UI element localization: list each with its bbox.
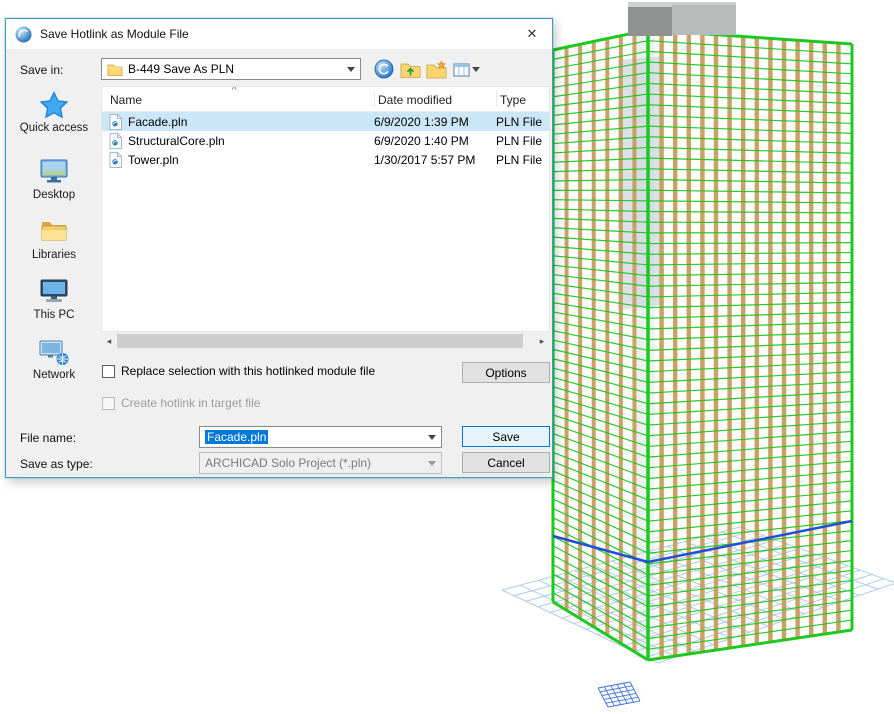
file-row-tower[interactable]: Tower.pln 1/30/2017 5:57 PM PLN File (102, 150, 549, 169)
archicad-dialog-icon (15, 26, 32, 43)
dialog-title: Save Hotlink as Module File (40, 27, 189, 41)
column-separator (496, 91, 497, 107)
cancel-button[interactable]: Cancel (462, 452, 550, 473)
file-row-facade[interactable]: Facade.pln 6/9/2020 1:39 PM PLN File (102, 112, 549, 131)
file-name-cell: Facade.pln (102, 114, 374, 130)
scroll-right-icon[interactable]: ▸ (534, 336, 550, 347)
pln-file-icon (109, 133, 122, 149)
libraries-icon (38, 217, 70, 246)
sort-ascending-icon: ^ (232, 86, 237, 96)
save-in-label: Save in: (20, 63, 63, 77)
save-as-type-combobox: ARCHICAD Solo Project (*.pln) (199, 452, 442, 474)
file-name-text: Facade.pln (128, 115, 187, 129)
back-globe-icon (374, 59, 394, 79)
save-as-type-value: ARCHICAD Solo Project (*.pln) (205, 456, 371, 470)
replace-selection-checkbox[interactable]: Replace selection with this hotlinked mo… (102, 364, 375, 378)
column-header-date-modified[interactable]: Date modified (378, 93, 452, 107)
column-separator (374, 91, 375, 107)
up-one-level-button[interactable] (398, 58, 422, 80)
save-as-type-label: Save as type: (20, 457, 93, 471)
column-header-name[interactable]: Name (110, 93, 142, 107)
horizontal-scrollbar[interactable]: ◂ ▸ (101, 334, 550, 348)
sidebar-item-desktop[interactable]: Desktop (10, 157, 98, 201)
file-name-cell: Tower.pln (102, 152, 374, 168)
sidebar-item-this-pc[interactable]: This PC (10, 277, 98, 321)
view-menu-button[interactable] (450, 58, 482, 80)
file-type-cell: PLN File (496, 134, 549, 148)
file-list: ^ Name Date modified Type Facade.pln 6/9… (101, 86, 550, 332)
sidebar-item-libraries[interactable]: Libraries (10, 217, 98, 261)
save-hotlink-dialog: Save Hotlink as Module File ✕ Save in: B… (5, 18, 553, 478)
checkbox-box[interactable] (102, 365, 115, 378)
file-name-input[interactable]: Facade.pln (199, 426, 442, 448)
file-date-cell: 1/30/2017 5:57 PM (374, 153, 496, 167)
star-icon (39, 91, 69, 119)
scroll-left-icon[interactable]: ◂ (101, 336, 117, 347)
view-menu-icon (453, 62, 470, 77)
file-name-text: Tower.pln (128, 153, 179, 167)
save-button[interactable]: Save (462, 426, 550, 447)
file-type-cell: PLN File (496, 153, 549, 167)
close-icon[interactable]: ✕ (512, 19, 552, 49)
save-in-value: B-449 Save As PLN (128, 62, 234, 76)
file-row-structuralcore[interactable]: StructuralCore.pln 6/9/2020 1:40 PM PLN … (102, 131, 549, 150)
pln-file-icon (109, 114, 122, 130)
options-button[interactable]: Options (462, 362, 550, 383)
checkbox-label: Replace selection with this hotlinked mo… (121, 364, 375, 378)
file-name-label: File name: (20, 431, 76, 445)
create-hotlink-checkbox: Create hotlink in target file (102, 396, 260, 410)
save-in-combobox[interactable]: B-449 Save As PLN (101, 58, 361, 80)
file-name-cell: StructuralCore.pln (102, 133, 374, 149)
new-folder-icon (426, 60, 447, 79)
up-folder-icon (400, 60, 421, 79)
file-name-value: Facade.pln (205, 430, 268, 444)
dialog-titlebar: Save Hotlink as Module File (6, 19, 552, 49)
list-header: ^ Name Date modified Type (102, 87, 549, 112)
place-label: Libraries (32, 249, 76, 261)
place-label: Desktop (33, 189, 75, 201)
place-label: Network (33, 369, 75, 381)
pln-file-icon (109, 152, 122, 168)
sidebar-item-network[interactable]: Network (10, 337, 98, 381)
computer-icon (38, 277, 70, 306)
place-label: Quick access (20, 122, 88, 134)
back-button[interactable] (372, 58, 396, 80)
new-folder-button[interactable] (424, 58, 448, 80)
scrollbar-thumb[interactable] (117, 334, 523, 348)
chevron-down-icon[interactable] (428, 435, 436, 440)
file-type-cell: PLN File (496, 115, 549, 129)
file-date-cell: 6/9/2020 1:39 PM (374, 115, 496, 129)
checkbox-label: Create hotlink in target file (121, 396, 260, 410)
desktop-icon (38, 157, 70, 186)
sidebar-item-quick-access[interactable]: Quick access (10, 91, 98, 134)
column-header-type[interactable]: Type (500, 93, 526, 107)
checkbox-box (102, 397, 115, 410)
chevron-down-icon[interactable] (347, 67, 355, 72)
place-label: This PC (34, 309, 75, 321)
chevron-down-icon (472, 67, 480, 72)
file-date-cell: 6/9/2020 1:40 PM (374, 134, 496, 148)
file-name-text: StructuralCore.pln (128, 134, 225, 148)
chevron-down-icon (428, 461, 436, 466)
network-icon (38, 337, 70, 366)
folder-icon (107, 63, 123, 76)
